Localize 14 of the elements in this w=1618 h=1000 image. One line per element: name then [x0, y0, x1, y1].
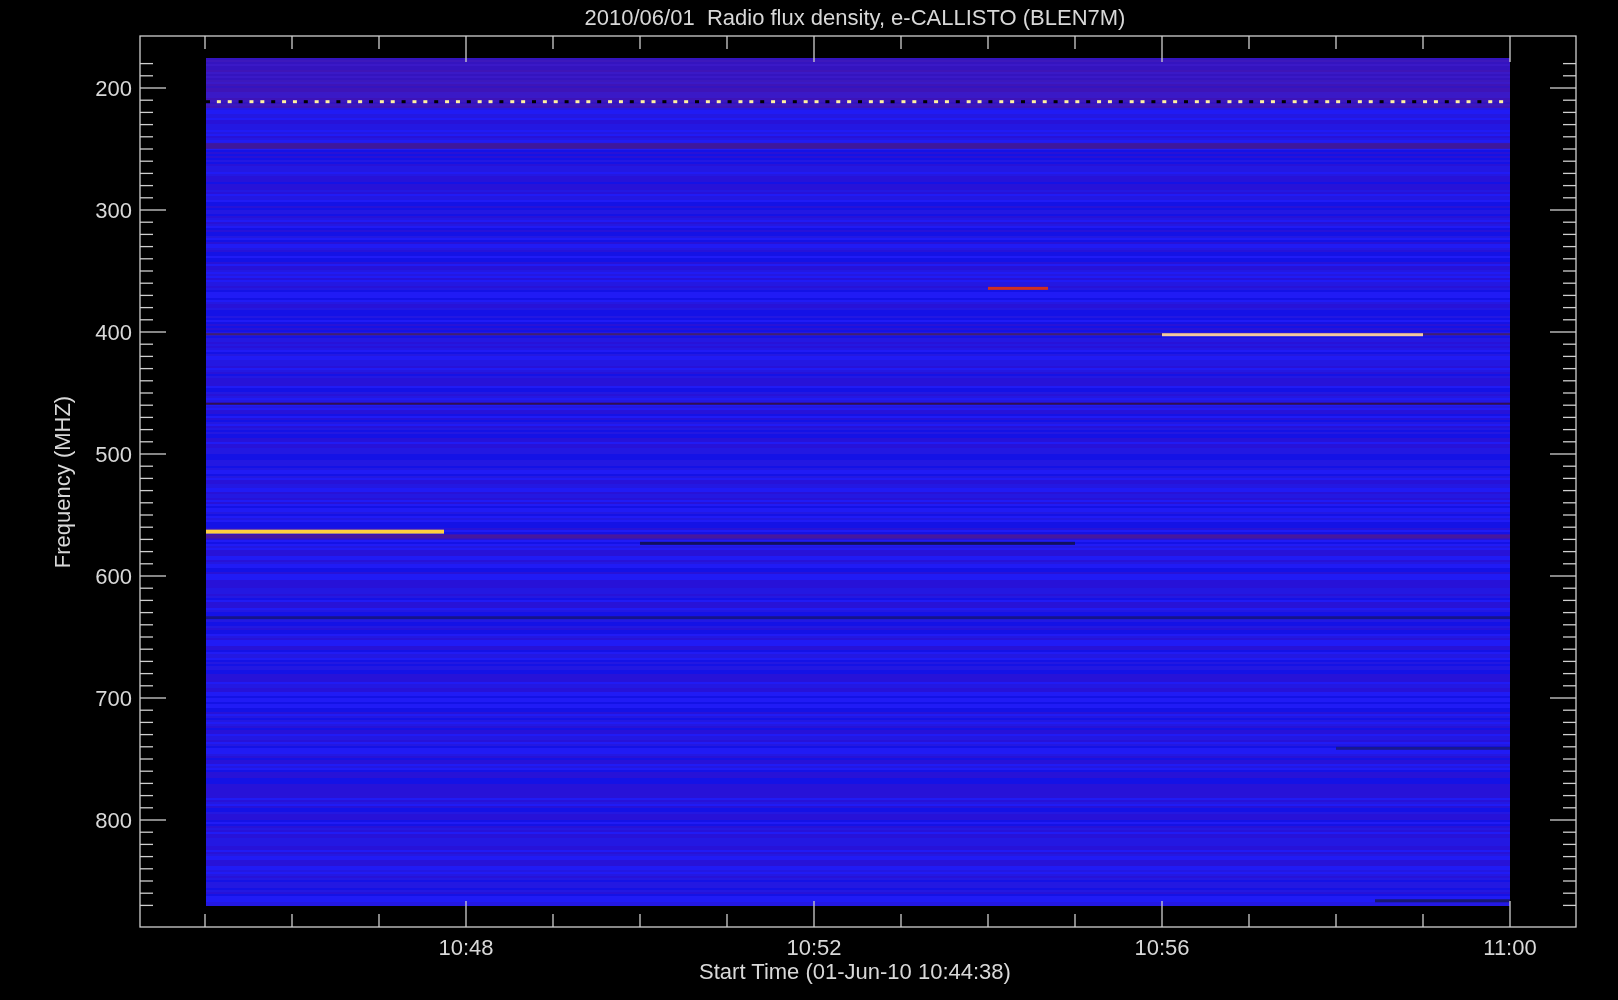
- chart-title: 2010/06/01 Radio flux density, e-CALLISTO (BLEN7M): [584, 5, 1126, 30]
- y-tick-label: 800: [95, 808, 132, 833]
- x-axis-label: Start Time (01-Jun-10 10:44:38): [699, 959, 1011, 984]
- y-tick-label: 200: [95, 76, 132, 101]
- y-tick-label: 500: [95, 442, 132, 467]
- y-tick-label: 700: [95, 686, 132, 711]
- x-tick-label: 10:48: [438, 935, 494, 960]
- x-tick-label: 11:00: [1483, 935, 1537, 960]
- y-axis-label: Frequency (MHZ): [50, 395, 75, 569]
- y-tick-label: 400: [95, 320, 132, 345]
- x-tick-label: 10:52: [786, 935, 842, 960]
- y-tick-label: 300: [95, 198, 132, 223]
- y-tick-label: 600: [95, 564, 132, 589]
- x-tick-label: 10:56: [1134, 935, 1190, 960]
